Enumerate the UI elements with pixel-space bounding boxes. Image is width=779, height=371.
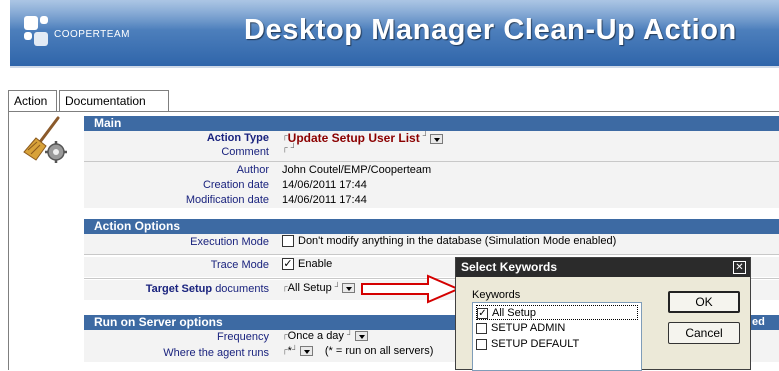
- execution-mode-text: Don't modify anything in the database (S…: [298, 235, 617, 247]
- modification-date-value: 14/06/2011 17:44: [282, 194, 367, 206]
- author-label: Author: [236, 164, 269, 176]
- keyword-label: SETUP ADMIN: [491, 322, 566, 334]
- keywords-list[interactable]: ✓ All Setup SETUP ADMIN SETUP DEFAULT: [472, 302, 642, 371]
- where-agent-runs-label: Where the agent runs: [163, 347, 269, 359]
- where-agent-runs-input[interactable]: ┌*┘: [282, 345, 313, 357]
- red-arrow-icon: [361, 274, 460, 304]
- row-separator: [84, 254, 779, 255]
- main-row-meta: Author John Coutel/EMP/Cooperteam Creati…: [84, 162, 779, 208]
- keywords-label: Keywords: [472, 289, 521, 301]
- action-type-label: Action Type: [206, 132, 269, 144]
- creation-date-value: 14/06/2011 17:44: [282, 179, 367, 191]
- frequency-label: Frequency: [217, 331, 269, 343]
- creation-date-label: Creation date: [202, 179, 269, 191]
- action-type-dropdown-button[interactable]: [430, 134, 444, 145]
- ok-button[interactable]: OK: [668, 291, 740, 313]
- target-setup-label-bold: Target Setup: [145, 283, 213, 295]
- comment-label: Comment: [221, 146, 269, 158]
- trace-mode-checkbox[interactable]: ✓: [282, 258, 294, 271]
- keyword-checkbox[interactable]: ✓: [477, 307, 488, 319]
- where-agent-runs-note: (* = run on all servers): [324, 345, 434, 357]
- where-agent-runs-field: ┌*┘ (* = run on all servers): [282, 345, 433, 357]
- field-corner-icon: ┘: [422, 131, 429, 140]
- select-keywords-dialog: Select Keywords ✕ Keywords ✓ All Setup SE…: [455, 257, 751, 371]
- logo-square: [34, 32, 48, 46]
- where-agent-runs-dropdown-button[interactable]: [299, 346, 313, 357]
- keyword-label: SETUP DEFAULT: [491, 338, 580, 350]
- keyword-item-setup-admin[interactable]: SETUP ADMIN: [476, 321, 638, 336]
- banner-underline: [10, 66, 779, 68]
- section-header-tail: ed: [752, 316, 765, 328]
- field-corner-icon: ┘: [334, 282, 341, 291]
- cancel-button[interactable]: Cancel: [668, 322, 740, 344]
- execution-mode-option: Don't modify anything in the database (S…: [282, 235, 617, 248]
- app-banner: COOPERTEAM Desktop Manager Clean-Up Acti…: [10, 0, 779, 66]
- cooperteam-logo: COOPERTEAM: [24, 16, 154, 50]
- main-row-action: Action Type ┌Update Setup User List ┘ Co…: [84, 131, 779, 161]
- keyword-checkbox[interactable]: [476, 338, 487, 350]
- panel-left-border: [8, 111, 9, 370]
- broom-icon: [23, 116, 67, 163]
- modification-date-label: Modification date: [185, 194, 269, 206]
- field-corner-icon: ┘: [290, 143, 297, 152]
- field-corner-icon: ┌: [282, 143, 288, 152]
- target-setup-value: All Setup: [287, 282, 332, 294]
- field-corner-icon: ┘: [291, 345, 298, 354]
- tab-action[interactable]: Action: [8, 90, 57, 112]
- execution-mode-row: Execution Mode Don't modify anything in …: [84, 234, 779, 254]
- execution-mode-label: Execution Mode: [190, 236, 269, 248]
- trace-mode-label: Trace Mode: [210, 259, 269, 271]
- action-type-value: Update Setup User List: [287, 131, 420, 145]
- keyword-checkbox[interactable]: [476, 322, 487, 334]
- logo-square: [40, 16, 48, 24]
- author-value: John Coutel/EMP/Cooperteam: [282, 164, 432, 176]
- section-action-options-header: Action Options: [84, 219, 779, 234]
- action-type-field[interactable]: ┌Update Setup User List ┘: [282, 131, 444, 145]
- tab-divider: [8, 111, 779, 112]
- tab-documentation[interactable]: Documentation: [59, 90, 169, 112]
- comment-field[interactable]: ┌ ┘: [282, 143, 296, 155]
- frequency-dropdown-button[interactable]: [354, 331, 368, 342]
- trace-mode-option: ✓ Enable: [282, 258, 333, 271]
- simulation-mode-checkbox[interactable]: [282, 235, 294, 248]
- logo-text: COOPERTEAM: [54, 29, 130, 40]
- logo-square: [24, 32, 32, 40]
- field-corner-icon: ┘: [347, 330, 353, 339]
- target-setup-label-suffix: documents: [215, 283, 269, 295]
- section-main-header: Main: [84, 116, 779, 131]
- keyword-item-all-setup[interactable]: ✓ All Setup: [476, 305, 638, 320]
- banner-title: Desktop Manager Clean-Up Action: [244, 14, 737, 46]
- dialog-title: Select Keywords: [456, 258, 750, 277]
- target-setup-dropdown-button[interactable]: [342, 283, 356, 294]
- close-icon[interactable]: ✕: [733, 261, 746, 274]
- trace-mode-text: Enable: [298, 258, 333, 270]
- target-setup-label: Target Setup documents: [146, 283, 269, 295]
- frequency-value: Once a day: [287, 330, 344, 342]
- logo-square: [24, 16, 38, 30]
- keyword-label: All Setup: [492, 307, 537, 319]
- frequency-field[interactable]: ┌Once a day ┘: [282, 330, 368, 342]
- target-setup-field[interactable]: ┌All Setup ┘: [282, 282, 356, 294]
- keyword-item-setup-default[interactable]: SETUP DEFAULT: [476, 337, 638, 352]
